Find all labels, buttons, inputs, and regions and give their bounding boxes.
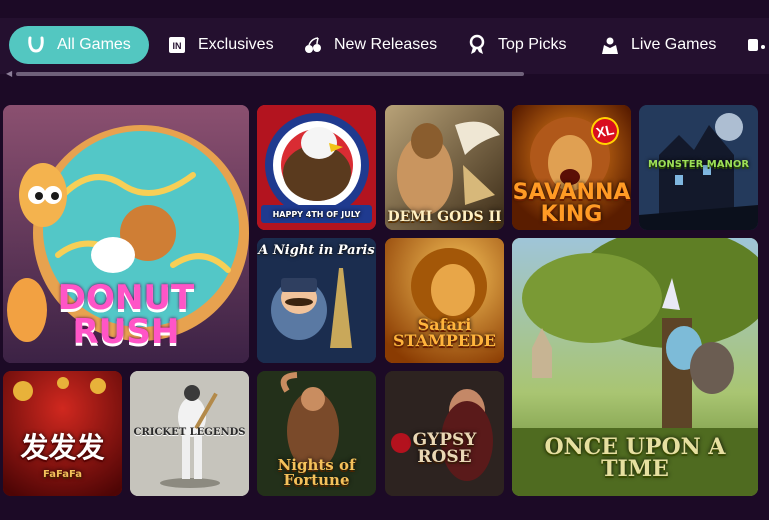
svg-text:IN: IN [173, 41, 182, 51]
tab-top-picks[interactable]: Top Picks [466, 26, 566, 64]
game-tile[interactable]: ONCE UPON A TIME [512, 238, 758, 496]
scrollbar-thumb[interactable] [16, 72, 524, 76]
tab-more[interactable] [745, 26, 767, 64]
game-tile[interactable]: Nights of Fortune [257, 371, 376, 496]
in-badge-icon: IN [166, 34, 188, 56]
game-tile[interactable]: CRICKET LEGENDS [130, 371, 249, 496]
game-title: Nights of Fortune [277, 456, 356, 489]
slots-icon [745, 34, 767, 56]
tab-label: New Releases [334, 36, 438, 53]
game-tile[interactable]: DEMI GODS II [385, 105, 504, 230]
dealer-icon [599, 34, 621, 56]
tab-label: Exclusives [198, 36, 274, 53]
game-title: DONUT RUSH [57, 278, 195, 352]
game-title: Safari STAMPEDE [392, 315, 496, 350]
ribbon-icon [466, 34, 488, 56]
game-subtitle: FaFaFa [43, 469, 82, 480]
game-tile[interactable]: HAPPY 4TH OF JULY [257, 105, 376, 230]
tab-live-games[interactable]: Live Games [599, 26, 716, 64]
game-tile[interactable]: MONSTER MANOR [639, 105, 758, 230]
game-title: A Night in Paris [258, 243, 375, 258]
tab-label: All Games [57, 36, 131, 53]
tab-scrollbar[interactable]: ◀ [6, 70, 526, 78]
game-tile[interactable]: XL SAVANNA KING [512, 105, 631, 230]
game-tile[interactable]: Safari STAMPEDE [385, 238, 504, 363]
game-tile[interactable]: DONUT RUSH [3, 105, 249, 363]
game-title: SAVANNA KING [512, 180, 631, 227]
game-title: HAPPY 4TH OF JULY [272, 210, 361, 219]
tab-label: Live Games [631, 36, 717, 53]
game-title: ONCE UPON A TIME [544, 434, 726, 482]
game-title: GYPSY ROSE [412, 430, 477, 467]
horseshoe-icon [25, 34, 47, 56]
cherries-icon [302, 34, 324, 56]
tab-exclusives[interactable]: IN Exclusives [166, 26, 274, 64]
game-tile[interactable]: GYPSY ROSE [385, 371, 504, 496]
game-title: MONSTER MANOR [647, 159, 750, 170]
scroll-left-arrow-icon[interactable]: ◀ [6, 70, 12, 78]
game-grid: DONUT RUSH HAPPY 4TH OF JULY DEMI GODS I… [0, 100, 769, 510]
tab-all-games[interactable]: All Games [9, 26, 149, 64]
tab-label: Top Picks [498, 36, 567, 53]
top-navigation: All Games IN Exclusives New Releases Top… [0, 0, 769, 92]
game-tile[interactable]: A Night in Paris [257, 238, 376, 363]
tab-new-releases[interactable]: New Releases [302, 26, 437, 64]
game-tile[interactable]: 发发发 FaFaFa [3, 371, 122, 496]
game-title: CRICKET LEGENDS [133, 427, 246, 438]
game-title: DEMI GODS II [387, 209, 502, 225]
game-title: 发发发 [20, 431, 105, 464]
category-tab-bar: All Games IN Exclusives New Releases Top… [0, 18, 769, 74]
